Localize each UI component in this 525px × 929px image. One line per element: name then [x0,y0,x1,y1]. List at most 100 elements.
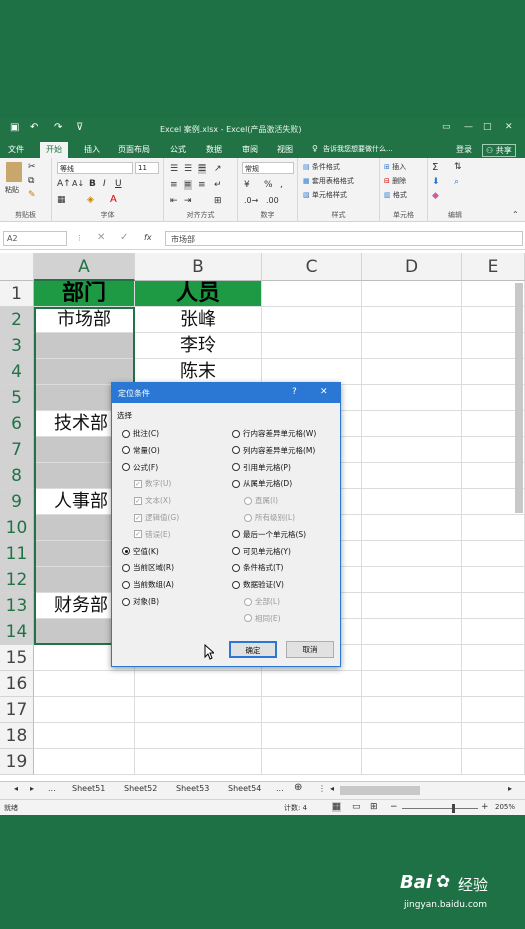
formula-input[interactable]: 市场部 [165,231,523,246]
row-header-14[interactable]: 14 [0,619,34,645]
cell-c17[interactable] [262,697,362,723]
cell-c2[interactable] [262,307,362,333]
sheet-tab-more-right[interactable]: ... [276,784,284,793]
cell-d3[interactable] [362,333,462,359]
cell-c3[interactable] [262,333,362,359]
percent-icon[interactable]: % [264,180,273,190]
row-header-17[interactable]: 17 [0,697,34,723]
cell-d9[interactable] [362,489,462,515]
cell-d13[interactable] [362,593,462,619]
align-right-icon[interactable]: ≡ [198,180,206,190]
left-option-2[interactable]: 公式(F) [122,462,158,473]
find-select-icon[interactable]: ⌕ [454,177,459,187]
page-break-view-icon[interactable]: ⊞ [370,802,378,812]
row-header-10[interactable]: 10 [0,515,34,541]
collapse-ribbon-icon[interactable]: ⌃ [512,210,519,219]
minimize-icon[interactable]: — [464,122,473,132]
increase-decimal-icon[interactable]: .0→ [244,196,258,205]
help-icon[interactable]: ? [292,387,297,397]
cell-e17[interactable] [462,697,525,723]
cell-d2[interactable] [362,307,462,333]
vertical-scrollbar-thumb[interactable] [515,283,523,513]
sign-in-link[interactable]: 登录 [456,144,472,155]
zoom-slider[interactable] [402,808,478,809]
cancel-entry-icon[interactable]: ✕ [97,232,105,243]
orientation-icon[interactable]: ↗ [214,164,222,174]
cell-a17[interactable] [34,697,135,723]
format-cells-button[interactable]: ▥ 格式 [384,190,407,200]
sheet-tab-sheet54[interactable]: Sheet54 [228,784,261,793]
cell-c16[interactable] [262,671,362,697]
merge-center-icon[interactable]: ⊞ [214,196,222,206]
conditional-format-button[interactable]: ▤ 条件格式 [303,162,340,172]
left-option-8[interactable]: 当前区域(R) [122,562,174,573]
row-header-2[interactable]: 2 [0,307,34,333]
tab-review[interactable]: 审阅 [242,144,258,155]
row-header-18[interactable]: 18 [0,723,34,749]
right-option-3[interactable]: 从属单元格(D) [232,478,292,489]
row-header-5[interactable]: 5 [0,385,34,411]
tab-split-icon[interactable]: ⋮ [318,784,326,793]
sheet-tab-more-left[interactable]: ... [48,784,56,793]
cell-a19[interactable] [34,749,135,775]
cell-styles-button[interactable]: ▧ 单元格样式 [303,190,347,200]
row-header-8[interactable]: 8 [0,463,34,489]
row-header-4[interactable]: 4 [0,359,34,385]
cell-b3[interactable]: 李玲 [135,333,262,359]
cell-d11[interactable] [362,541,462,567]
left-option-10[interactable]: 对象(B) [122,596,159,607]
add-sheet-icon[interactable]: ⊕ [294,782,302,793]
cell-d7[interactable] [362,437,462,463]
cell-b16[interactable] [135,671,262,697]
zoom-level[interactable]: 205% [495,803,515,811]
cell-d16[interactable] [362,671,462,697]
clear-icon[interactable]: ◆ [432,191,439,201]
share-button[interactable]: ⚇ 共享 [482,144,516,157]
cell-a3[interactable] [34,333,135,359]
zoom-slider-thumb[interactable] [452,804,455,813]
column-header-b[interactable]: B [135,253,262,281]
align-center-icon[interactable]: ≡ [184,180,192,190]
cell-d5[interactable] [362,385,462,411]
cell-a2[interactable]: 市场部 [34,307,135,333]
zoom-out-icon[interactable]: − [390,802,398,812]
right-option-8[interactable]: 条件格式(T) [232,562,283,573]
tab-view[interactable]: 视图 [277,144,293,155]
paste-icon[interactable] [6,162,22,182]
cell-e19[interactable] [462,749,525,775]
cell-b2[interactable]: 张峰 [135,307,262,333]
horizontal-scrollbar-thumb[interactable] [340,786,420,795]
row-header-3[interactable]: 3 [0,333,34,359]
cancel-button[interactable]: 取消 [286,641,334,658]
customize-icon[interactable]: ⊽ [76,122,83,133]
right-option-6[interactable]: 最后一个单元格(S) [232,529,306,540]
cell-d8[interactable] [362,463,462,489]
cell-b17[interactable] [135,697,262,723]
scroll-left-icon[interactable]: ◂ [330,784,334,793]
cell-e13[interactable] [462,593,525,619]
row-header-12[interactable]: 12 [0,567,34,593]
decrease-indent-icon[interactable]: ⇤ [170,196,178,206]
autosum-icon[interactable]: Σ [432,162,438,173]
column-header-a[interactable]: A [34,253,135,281]
font-color-icon[interactable]: A [110,194,117,205]
cell-e14[interactable] [462,619,525,645]
row-header-13[interactable]: 13 [0,593,34,619]
copy-icon[interactable]: ⧉ [28,176,34,186]
align-top-icon[interactable]: ☰ [170,164,178,174]
cell-e16[interactable] [462,671,525,697]
maximize-icon[interactable]: □ [483,122,492,132]
left-option-0[interactable]: 批注(C) [122,428,159,439]
sheet-tab-sheet51[interactable]: Sheet51 [72,784,105,793]
tab-file[interactable]: 文件 [8,144,24,155]
cell-d4[interactable] [362,359,462,385]
cell-c18[interactable] [262,723,362,749]
undo-icon[interactable]: ↶ [30,122,38,133]
cell-b19[interactable] [135,749,262,775]
ok-button[interactable]: 确定 [229,641,277,658]
insert-cells-button[interactable]: ⊞ 插入 [384,162,406,172]
confirm-entry-icon[interactable]: ✓ [120,232,128,243]
name-box[interactable]: A2 [3,231,67,246]
cell-b1[interactable]: 人员 [135,281,262,307]
tell-me-box[interactable]: 告诉我您想要做什么... [323,144,393,154]
